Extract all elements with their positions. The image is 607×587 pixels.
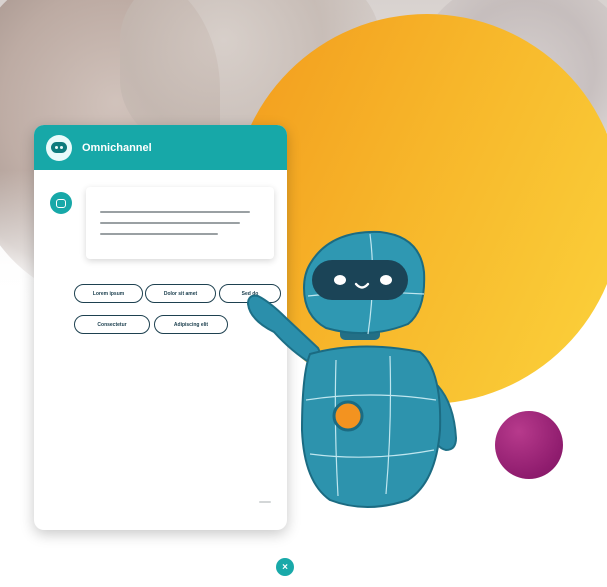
- bot-icon: [46, 134, 72, 161]
- robot-mascot: [246, 230, 458, 508]
- message-line: [100, 222, 240, 224]
- close-button[interactable]: ×: [276, 558, 294, 576]
- chat-icon: [50, 192, 72, 214]
- quick-reply-chip[interactable]: Lorem ipsum: [74, 284, 143, 303]
- quick-reply-chip[interactable]: Consectetur: [74, 315, 150, 334]
- message-line: [100, 211, 250, 213]
- close-icon: ×: [282, 561, 288, 573]
- quick-reply-chip[interactable]: Adipiscing elit: [154, 315, 228, 334]
- quick-reply-chip[interactable]: Dolor sit amet: [145, 284, 216, 303]
- chat-title: Omnichannel: [82, 141, 152, 154]
- purple-circle-decoration: [495, 411, 563, 479]
- chat-header: Omnichannel: [34, 125, 287, 170]
- message-line: [100, 233, 218, 235]
